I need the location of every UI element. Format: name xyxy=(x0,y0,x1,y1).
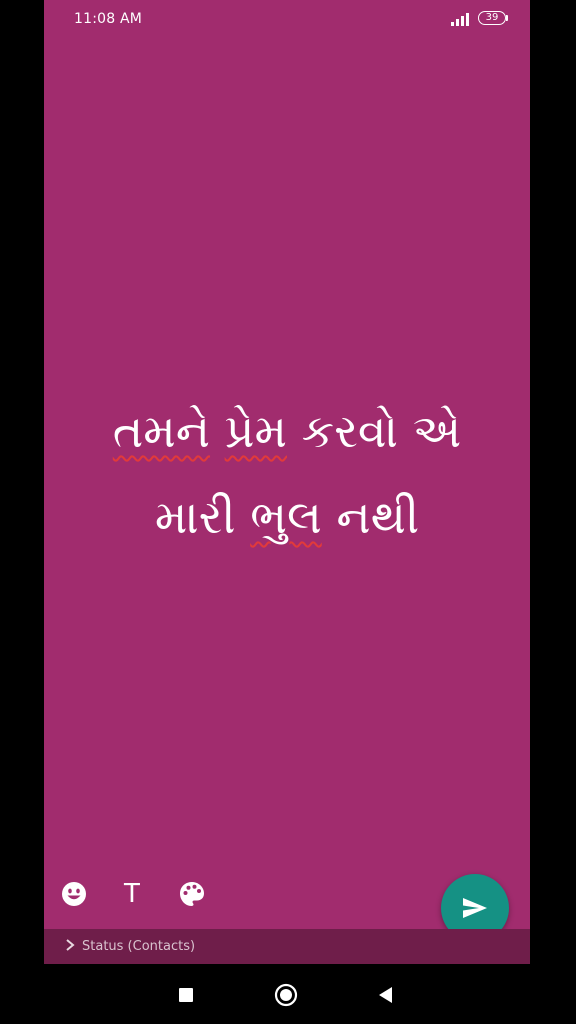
back-button[interactable] xyxy=(371,980,401,1010)
emoji-button[interactable] xyxy=(54,872,94,916)
status-word: મારી xyxy=(154,490,236,544)
system-navigation-bar xyxy=(0,964,576,1024)
status-text-line-2: મારી ભુલ નથી xyxy=(44,474,530,560)
recents-icon xyxy=(179,988,193,1002)
status-audience-bar[interactable]: Status (Contacts) xyxy=(44,929,530,964)
signal-icon xyxy=(451,13,469,26)
status-text-line-1: તમને પ્રેમ કરવો એ xyxy=(44,388,530,474)
chevron-right-icon xyxy=(66,939,75,951)
battery-icon: 39 xyxy=(478,11,506,25)
home-icon xyxy=(274,983,298,1007)
clock: 11:08 AM xyxy=(74,11,143,27)
home-button[interactable] xyxy=(271,980,301,1010)
battery-tip xyxy=(506,15,508,21)
status-word: તમને xyxy=(112,404,211,458)
status-composer-screen: 11:08 AM 39 તમને પ્રેમ કરવો એ મારી ભુલ ન… xyxy=(44,0,530,964)
recents-button[interactable] xyxy=(171,980,201,1010)
send-icon xyxy=(463,898,487,918)
text-style-button[interactable]: T xyxy=(112,872,152,916)
color-button[interactable] xyxy=(172,872,212,916)
status-text-input[interactable]: તમને પ્રેમ કરવો એ મારી ભુલ નથી xyxy=(44,388,530,560)
status-bar: 11:08 AM 39 xyxy=(44,0,530,38)
status-word: પ્રેમ xyxy=(224,404,287,458)
back-icon xyxy=(379,987,392,1003)
status-word: કરવો એ xyxy=(301,404,462,458)
status-word: નથી xyxy=(336,490,420,544)
composer-tools: T xyxy=(44,872,244,916)
emoji-icon xyxy=(62,882,86,906)
status-word: ભુલ xyxy=(250,490,322,544)
audience-label: Status (Contacts) xyxy=(82,939,196,954)
palette-icon xyxy=(180,882,204,906)
